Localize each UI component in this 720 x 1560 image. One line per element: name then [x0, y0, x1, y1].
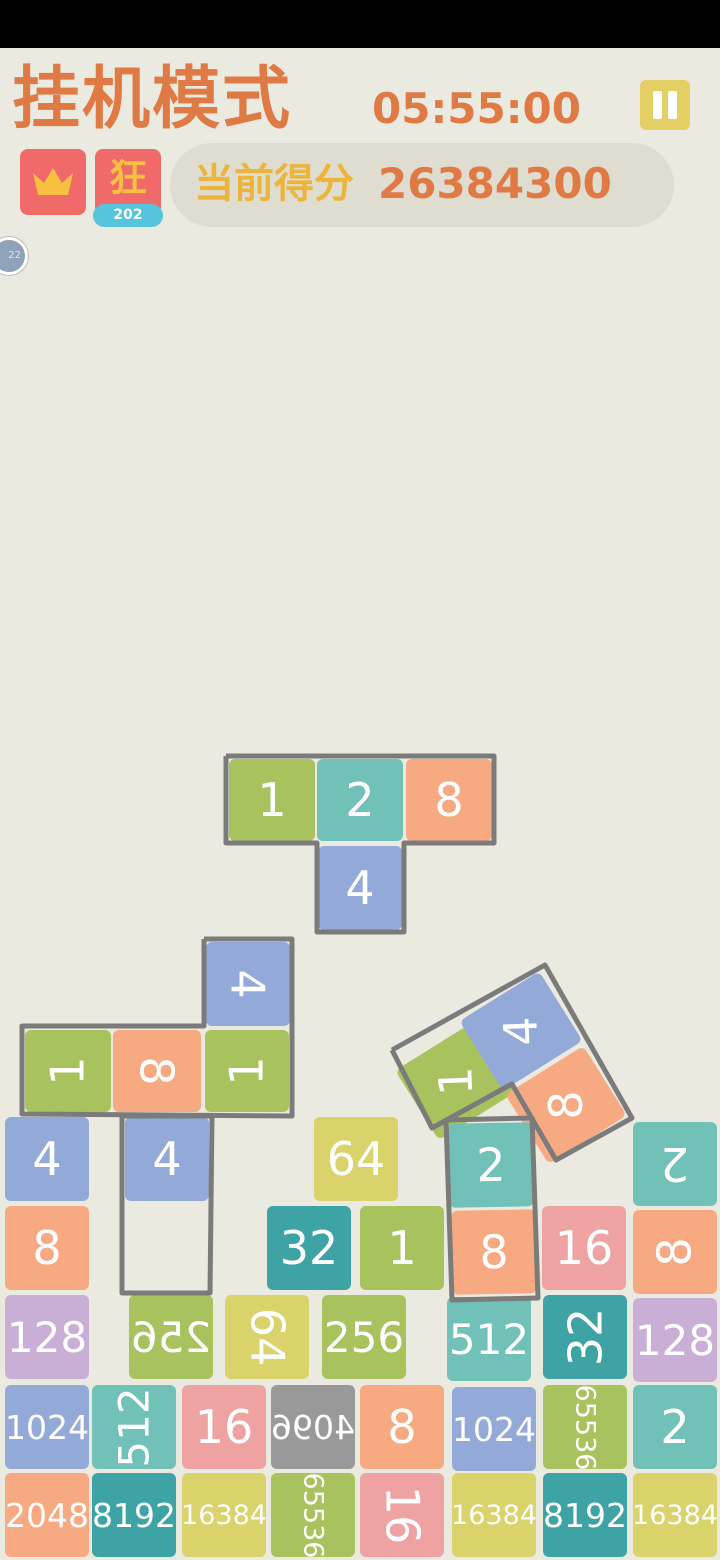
- piece-outlines: [19, 753, 635, 1303]
- piece-outline: [389, 962, 635, 1163]
- piece-outline: [119, 1113, 215, 1296]
- piece-outline: [443, 1115, 541, 1303]
- piece-outline: [223, 753, 497, 935]
- piece-outline: [19, 936, 295, 1119]
